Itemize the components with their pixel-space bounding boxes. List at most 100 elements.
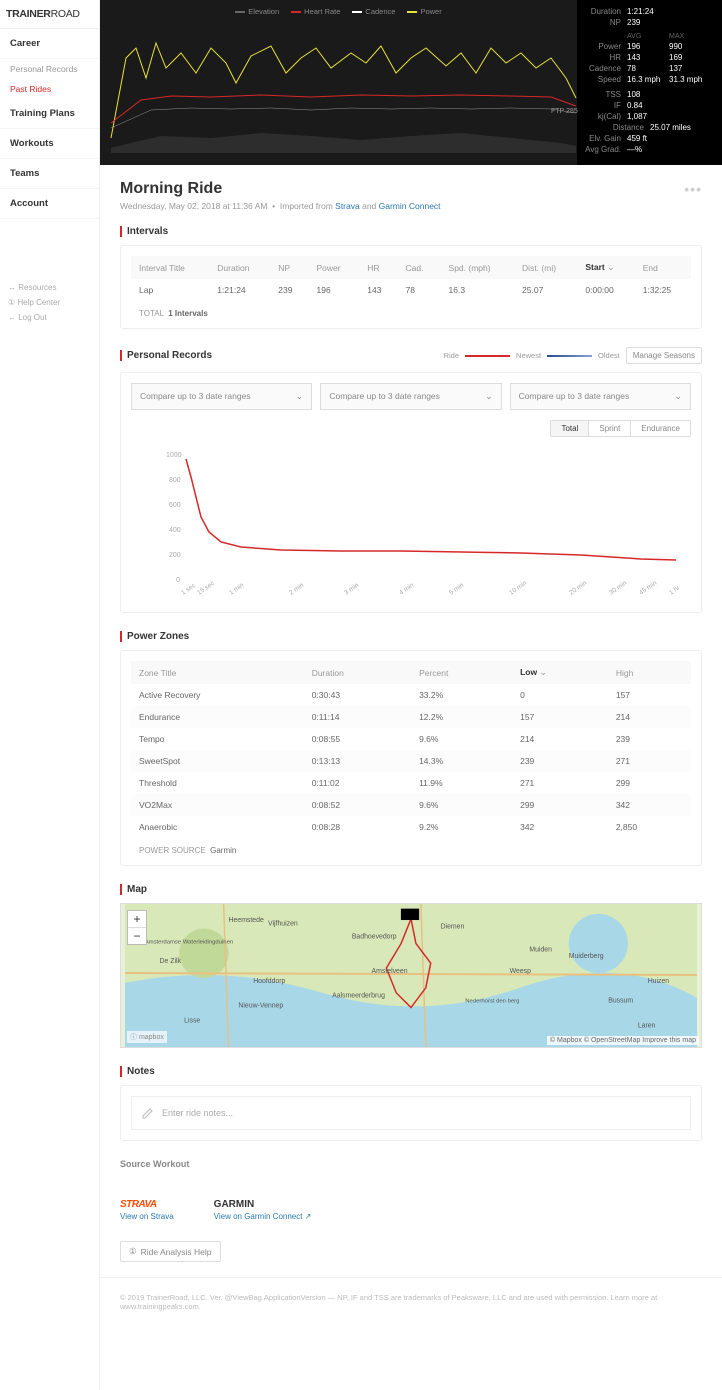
svg-text:Amstelveen: Amstelveen — [372, 968, 408, 975]
sort-low[interactable]: Low ⌄ — [512, 661, 608, 684]
svg-text:Laren: Laren — [638, 1022, 656, 1029]
svg-text:1000: 1000 — [166, 452, 182, 459]
help-icon: ① — [129, 1246, 137, 1257]
intervals-table: Interval TitleDurationNPPowerHRCad.Spd. … — [131, 256, 691, 301]
svg-text:Heemstede: Heemstede — [229, 917, 264, 924]
svg-text:Vijfhuizen: Vijfhuizen — [268, 921, 298, 928]
date-range-select-3[interactable]: Compare up to 3 date ranges⌄ — [510, 383, 691, 410]
date-range-select-2[interactable]: Compare up to 3 date ranges⌄ — [320, 383, 501, 410]
nav-teams[interactable]: Teams — [0, 159, 99, 189]
edit-icon — [142, 1107, 154, 1119]
interval-row[interactable]: Lap1:21:242391961437816.325.070:00:001:3… — [131, 279, 691, 301]
zones-table: Zone TitleDurationPercentLow ⌄High Activ… — [131, 661, 691, 838]
nav-resources[interactable]: ↔ Resources — [8, 280, 91, 295]
svg-text:600: 600 — [169, 502, 181, 509]
logo[interactable]: TRAINERROAD — [0, 0, 99, 29]
garmin-link[interactable]: Garmin Connect — [379, 201, 441, 211]
legend-heart-rate[interactable]: Heart Rate — [291, 7, 340, 16]
view-on-strava-link[interactable]: View on Strava — [120, 1212, 174, 1221]
svg-text:20 min: 20 min — [568, 579, 588, 596]
svg-text:Muiderberg: Muiderberg — [569, 953, 604, 960]
zone-row[interactable]: SweetSpot0:13:1314.3%239271 — [131, 750, 691, 772]
zone-row[interactable]: VO2Max0:08:529.6%299342 — [131, 794, 691, 816]
svg-text:Aalsmeerderbrug: Aalsmeerderbrug — [332, 993, 385, 1000]
svg-text:Huizen: Huizen — [648, 978, 670, 985]
manage-seasons-button[interactable]: Manage Seasons — [626, 347, 702, 364]
svg-text:1 sec: 1 sec — [180, 582, 197, 597]
pr-header: Personal Records — [120, 350, 212, 361]
nav-past-rides[interactable]: Past Rides — [0, 79, 99, 99]
ride-map[interactable]: Heemstede Vijfhuizen Badhoevedorp Diemen H… — [120, 903, 702, 1048]
view-on-garmin-link[interactable]: View on Garmin Connect ↗ — [214, 1212, 312, 1221]
svg-text:Weesp: Weesp — [510, 968, 531, 975]
ride-chart-header: Elevation Heart Rate Cadence Power FTP 2… — [100, 0, 722, 165]
svg-text:Nieuw-Vennep: Nieuw-Vennep — [238, 1003, 283, 1010]
zone-row[interactable]: Anaerobic0:08:289.2%3422,850 — [131, 816, 691, 838]
map-zoom-in[interactable]: + — [128, 911, 146, 928]
strava-link[interactable]: Strava — [335, 201, 360, 211]
svg-text:15 sec: 15 sec — [196, 579, 216, 596]
zone-row[interactable]: Active Recovery0:30:4333.2%0157 — [131, 684, 691, 706]
svg-text:30 min: 30 min — [608, 579, 628, 596]
legend-elevation[interactable]: Elevation — [235, 7, 279, 16]
intervals-header: Intervals — [120, 226, 702, 237]
zone-row[interactable]: Threshold0:11:0211.9%271299 — [131, 772, 691, 794]
svg-text:400: 400 — [169, 527, 181, 534]
svg-text:10 min: 10 min — [508, 579, 528, 596]
ride-title: Morning Ride — [120, 180, 222, 198]
svg-text:45 min: 45 min — [638, 579, 658, 596]
svg-text:2 min: 2 min — [288, 582, 305, 597]
svg-text:FTP 285: FTP 285 — [551, 108, 578, 115]
date-range-select-1[interactable]: Compare up to 3 date ranges⌄ — [131, 383, 312, 410]
tab-sprint[interactable]: Sprint — [589, 421, 631, 436]
svg-text:200: 200 — [169, 552, 181, 559]
nav-career[interactable]: Career — [0, 29, 99, 59]
tab-endurance[interactable]: Endurance — [631, 421, 690, 436]
svg-text:Bussum: Bussum — [608, 998, 633, 1005]
nav-workouts[interactable]: Workouts — [0, 129, 99, 159]
svg-text:Lisse: Lisse — [184, 1017, 200, 1024]
svg-text:De Zilk: De Zilk — [160, 958, 182, 965]
notes-header: Notes — [120, 1066, 702, 1077]
legend-power[interactable]: Power — [407, 7, 441, 16]
svg-text:5 min: 5 min — [448, 582, 465, 597]
tab-total[interactable]: Total — [551, 421, 589, 436]
zone-row[interactable]: Endurance0:11:1412.2%157214 — [131, 706, 691, 728]
notes-input[interactable]: Enter ride notes... — [131, 1096, 691, 1130]
svg-text:3 min: 3 min — [343, 582, 360, 597]
svg-text:Nederhorst den berg: Nederhorst den berg — [465, 999, 519, 1005]
map-attribution[interactable]: © Mapbox © OpenStreetMap Improve this ma… — [547, 1036, 699, 1045]
svg-text:Hoofddorp: Hoofddorp — [253, 978, 285, 985]
nav-personal-records[interactable]: Personal Records — [0, 59, 99, 79]
svg-text:1 hr: 1 hr — [668, 584, 682, 597]
ride-stats-panel: Duration1:21:24 NP239 AVGMAX Power196990… — [577, 0, 722, 165]
sort-start[interactable]: Start ⌄ — [577, 256, 634, 279]
svg-text:800: 800 — [169, 477, 181, 484]
map-zoom-out[interactable]: − — [128, 928, 146, 944]
page-footer: © 2019 TrainerRoad, LLC. Ver. @ViewBag.A… — [100, 1277, 722, 1326]
nav-help-center[interactable]: ① Help Center — [8, 295, 91, 310]
pr-curve-chart[interactable]: 1000 800 600 400 200 0 1 sec 15 sec — [131, 447, 691, 602]
ride-menu-icon[interactable]: ••• — [684, 181, 702, 197]
nav-account[interactable]: Account — [0, 189, 99, 219]
legend-cadence[interactable]: Cadence — [352, 7, 395, 16]
strava-brand: STRAVA — [120, 1199, 174, 1210]
garmin-brand: GARMIN — [214, 1199, 312, 1210]
source-workout-label: Source Workout — [120, 1159, 702, 1169]
svg-text:0: 0 — [176, 577, 180, 584]
sidebar: TRAINERROAD Career Personal Records Past… — [0, 0, 100, 1390]
ride-analysis-help-button[interactable]: ① Ride Analysis Help — [120, 1241, 221, 1262]
svg-text:Muiden: Muiden — [529, 946, 552, 953]
zones-header: Power Zones — [120, 631, 702, 642]
svg-text:Diemen: Diemen — [441, 924, 465, 931]
nav-logout[interactable]: ← Log Out — [8, 310, 91, 325]
nav-training-plans[interactable]: Training Plans — [0, 99, 99, 129]
svg-text:1 min: 1 min — [228, 582, 245, 597]
zone-row[interactable]: Tempo0:08:559.6%214239 — [131, 728, 691, 750]
svg-text:Badhoevedorp: Badhoevedorp — [352, 934, 397, 941]
ride-telemetry-chart[interactable]: FTP 285 — [105, 18, 582, 153]
map-header: Map — [120, 884, 702, 895]
svg-text:Amsterdamse Waterleidingduinen: Amsterdamse Waterleidingduinen — [145, 939, 233, 945]
ride-meta: Wednesday, May 02, 2018 at 11:36 AM • Im… — [120, 198, 702, 226]
svg-text:4 min: 4 min — [398, 582, 415, 597]
